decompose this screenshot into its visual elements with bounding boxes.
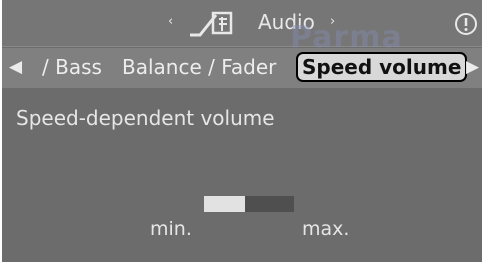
slider-max-label: max. [302, 218, 350, 240]
info-icon[interactable] [454, 12, 478, 36]
tab-bass[interactable]: / Bass [42, 54, 102, 80]
tab-scroll-left-icon[interactable]: ◀ [9, 57, 22, 77]
header-left-arrow[interactable]: ‹ [168, 14, 173, 29]
tab-bar: ◀ / Bass Balance / Fader Speed volume ▶ [2, 48, 482, 88]
tab-scroll-right-icon[interactable]: ▶ [466, 57, 479, 77]
tab-balance-fader[interactable]: Balance / Fader [122, 54, 276, 80]
speed-volume-slider[interactable] [204, 196, 294, 212]
display-screen: ‹ Audio › Parma ◀ / Bass Balance / Fader… [2, 0, 482, 262]
slider-fill [204, 196, 245, 212]
menu-header: ‹ Audio › Parma [2, 0, 482, 55]
setting-label: Speed-dependent volume [16, 106, 275, 130]
tone-settings-icon [190, 11, 233, 37]
tab-speed-volume[interactable]: Speed volume [296, 52, 468, 82]
slider-min-label: min. [150, 218, 192, 240]
